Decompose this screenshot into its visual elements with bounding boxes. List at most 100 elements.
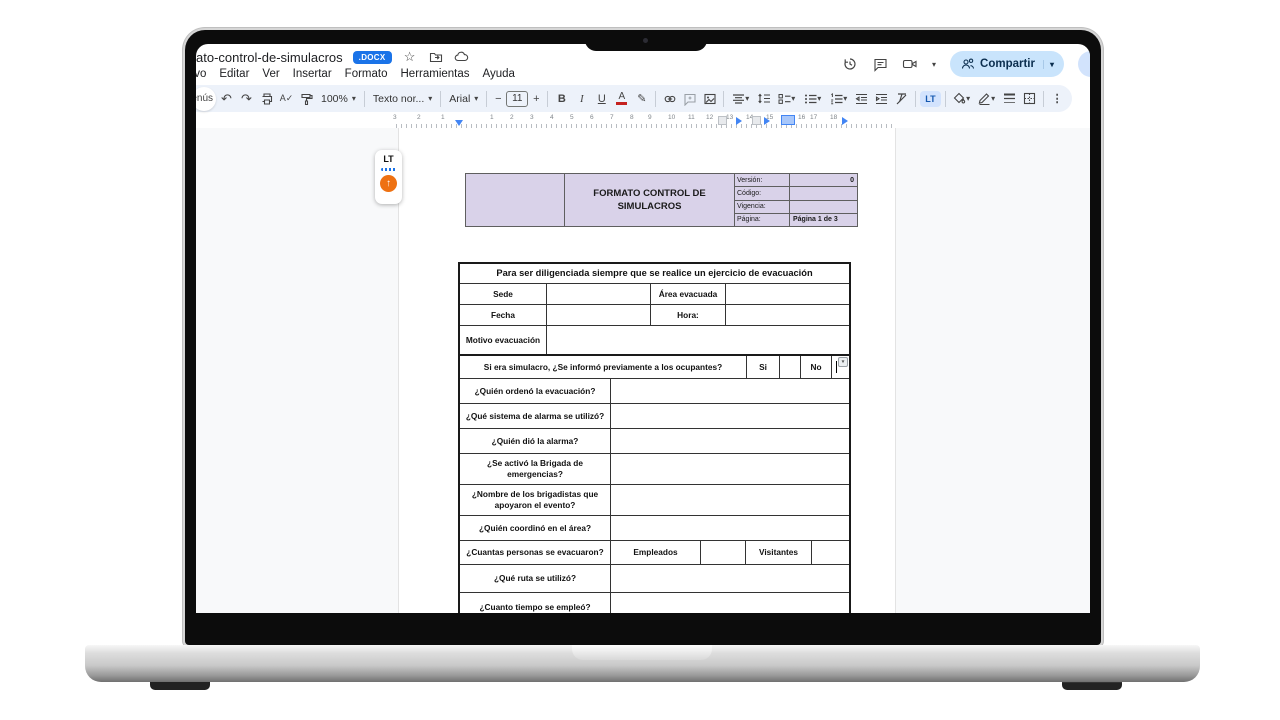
visitantes-count-cell[interactable] [811,541,849,564]
border-style-button[interactable] [1020,88,1039,110]
share-caret-icon[interactable]: ▾ [1043,60,1060,69]
languagetool-button[interactable]: LT [920,91,940,107]
languagetool-widget[interactable]: LT ↑ [375,150,402,204]
fecha-value-cell[interactable] [546,305,650,325]
ruler-indent-marker[interactable] [455,120,463,126]
italic-button[interactable]: I [572,88,591,110]
ruler-tick: 2 [510,114,514,121]
version-value: 0 [790,174,857,186]
menu-item-editar[interactable]: Editar [219,68,249,80]
insert-link-button[interactable] [660,88,679,110]
bulleted-list-button[interactable]: ▾ [800,88,825,110]
menu-item-archivo[interactable]: Archivo [196,68,206,80]
meet-caret-icon[interactable]: ▾ [932,60,936,69]
table-row: Si era simulacro, ¿Se informó previament… [460,354,849,378]
underline-button[interactable]: U [592,88,611,110]
answer-cell[interactable] [610,404,849,428]
laptop-foot-right [1062,682,1122,690]
premium-upgrade-button[interactable]: ↑ [380,175,397,192]
highlight-color-button[interactable]: ✎ [632,88,651,110]
document-title[interactable]: formato-control-de-simulacros [196,50,343,65]
version-history-icon[interactable] [842,56,858,72]
checklist-button[interactable]: ▾ [774,88,799,110]
menu-item-ayuda[interactable]: Ayuda [483,68,515,80]
fill-color-button[interactable]: ▾ [950,88,974,110]
border-width-button[interactable] [1000,88,1019,110]
more-options-button[interactable]: ⋮ [1048,88,1067,110]
font-size-decrease-button[interactable]: − [491,88,505,110]
ruler-tick: 1 [441,114,445,121]
answer-cell[interactable] [610,379,849,403]
style-caret-icon: ▾ [428,94,432,103]
table-row: Para ser diligenciada siempre que se rea… [460,264,849,283]
clear-formatting-button[interactable] [892,88,911,110]
decrease-indent-button[interactable] [852,88,871,110]
ruler-selected-tab[interactable] [781,115,795,125]
answer-cell[interactable] [610,565,849,592]
redo-button[interactable]: ↷ [237,88,256,110]
add-comment-button[interactable] [680,88,699,110]
font-size-increase-button[interactable]: + [529,88,543,110]
hora-label: Hora: [650,305,725,325]
area-evacuada-value-cell[interactable] [725,284,849,304]
meet-video-icon[interactable] [902,56,918,72]
hora-value-cell[interactable] [725,305,849,325]
ruler-tick: 18 [830,114,837,121]
cloud-status-icon[interactable] [454,49,470,65]
text-color-button[interactable]: A [612,88,631,110]
font-caret-icon: ▾ [474,94,478,103]
ruler-tick: 1 [490,114,494,121]
increase-indent-button[interactable] [872,88,891,110]
font-size-input[interactable]: 11 [506,91,528,107]
answer-cell[interactable] [610,454,849,484]
ruler-tab-marker[interactable] [764,117,770,125]
menu-item-ver[interactable]: Ver [262,68,279,80]
answer-cell[interactable] [610,516,849,540]
si-checkbox-cell[interactable] [779,356,800,378]
align-button[interactable]: ▾ [728,88,753,110]
menu-item-herramientas[interactable]: Herramientas [401,68,470,80]
improve-writing-button[interactable]: Mejorar e [1078,51,1090,77]
menu-item-formato[interactable]: Formato [345,68,388,80]
table-row: ¿Cuanto tiempo se empleó? [460,592,849,613]
numbered-list-button[interactable]: ▾ [826,88,851,110]
star-icon[interactable]: ☆ [402,49,418,65]
answer-cell[interactable] [610,593,849,613]
comments-icon[interactable] [872,56,888,72]
ruler-tick: 3 [530,114,534,121]
undo-button[interactable]: ↶ [217,88,236,110]
print-button[interactable] [257,88,276,110]
paragraph-style-select[interactable]: Texto nor...▾ [369,93,436,105]
laptop-base [85,645,1200,682]
zoom-select[interactable]: 100%▾ [317,93,360,105]
logo-cell [466,174,565,226]
no-checkbox-cell[interactable]: ▾ [831,356,849,378]
document-page[interactable]: FORMATO CONTROL DE SIMULACROS Versión: 0… [398,128,896,613]
bold-button[interactable]: B [552,88,571,110]
spellcheck-button[interactable]: A✓ [277,88,296,110]
line-spacing-button[interactable] [754,88,773,110]
answer-cell[interactable] [610,485,849,515]
laptop-foot-left [150,682,210,690]
table-dropdown-chip[interactable]: ▾ [838,357,848,367]
font-select[interactable]: Arial▾ [445,93,482,105]
empleados-count-cell[interactable] [700,541,745,564]
menus-search-pill[interactable]: Menús [196,87,216,111]
languagetool-logo[interactable]: LT [383,155,393,164]
ruler-tab-marker[interactable] [736,117,742,125]
answer-cell[interactable] [610,429,849,453]
sede-value-cell[interactable] [546,284,650,304]
menu-item-insertar[interactable]: Insertar [293,68,332,80]
share-label: Compartir [980,58,1035,70]
ruler-end-marker[interactable] [842,117,848,125]
visitantes-label: Visitantes [745,541,811,564]
border-color-button[interactable]: ▾ [975,88,999,110]
move-folder-icon[interactable] [428,49,444,65]
insert-image-button[interactable] [700,88,719,110]
table-row: Fecha Hora: [460,304,849,325]
ruler-table-chip[interactable] [718,116,727,125]
ruler-table-chip[interactable] [752,116,761,125]
share-button[interactable]: Compartir ▾ [950,51,1064,77]
motivo-value-cell[interactable] [546,326,849,354]
paint-format-button[interactable] [297,88,316,110]
